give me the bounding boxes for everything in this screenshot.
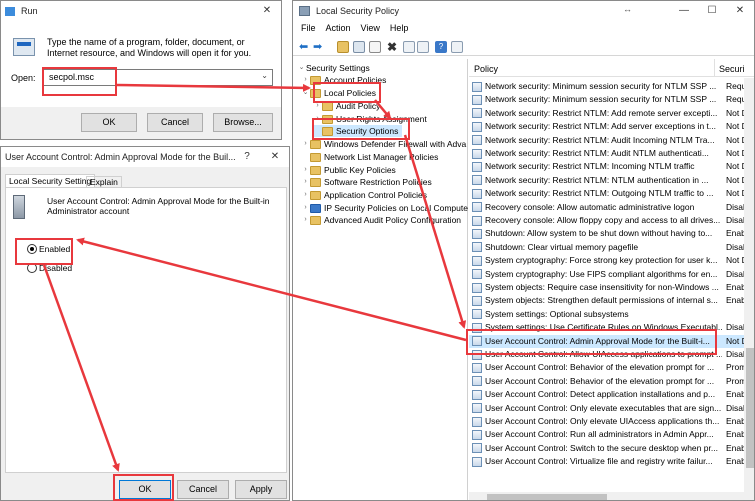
arrow-open-to-local-policies — [116, 83, 311, 92]
arrow-local-policies-to-security-options — [374, 99, 392, 120]
arrow-uac-row-to-enabled — [76, 237, 467, 342]
arrow-enabled-to-ok — [42, 264, 120, 472]
annotation-arrows — [42, 83, 467, 472]
arrow-security-options-to-uac-row — [403, 134, 467, 329]
